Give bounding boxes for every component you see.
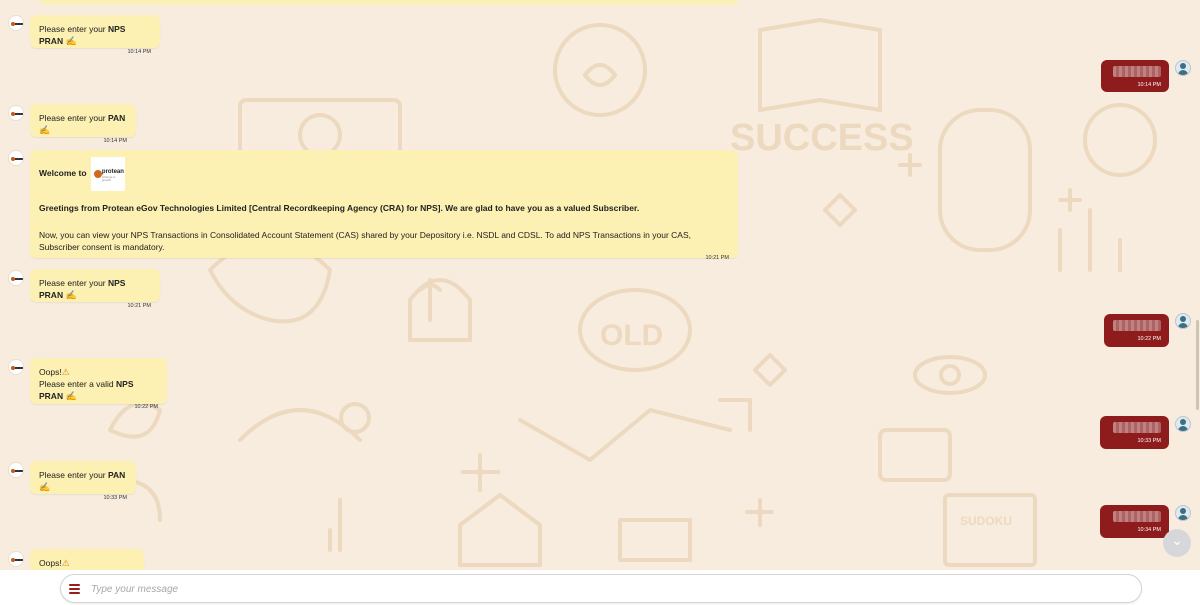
message-time: 10:34 PM (1137, 527, 1161, 533)
user-avatar (1175, 416, 1191, 432)
writing-hand-icon: ✍ (39, 125, 51, 135)
message-input[interactable] (89, 578, 1133, 601)
message-time: 10:22 PM (134, 404, 158, 410)
bot-message: Please enter your NPS PRAN ✍ 10:14 PM (30, 15, 160, 55)
svg-text:SUCCESS: SUCCESS (730, 117, 914, 159)
oops-text: Oops!⚠ (39, 367, 70, 377)
redacted-text (1113, 422, 1161, 433)
message-time: 10:22 PM (1137, 336, 1161, 342)
bot-avatar (8, 359, 24, 375)
redacted-text (1113, 320, 1161, 331)
message-time: 10:14 PM (127, 49, 151, 55)
previous-message-edge (40, 0, 738, 5)
message-time: 10:21 PM (705, 255, 729, 261)
message-time: 10:14 PM (103, 138, 127, 144)
user-message: 10:34 PM (1100, 505, 1169, 538)
background-doodles: SUCCESS OLD SUDOKU (108, 18, 1157, 567)
bot-avatar (8, 551, 24, 567)
bot-avatar (8, 270, 24, 286)
bot-avatar (8, 105, 24, 121)
oops-text: Oops!⚠ (39, 558, 70, 568)
warning-icon: ⚠ (61, 367, 70, 377)
scrollbar-thumb[interactable] (1196, 320, 1199, 410)
bot-message: Please enter your PAN ✍ 10:33 PM (30, 461, 136, 501)
svg-text:OLD: OLD (600, 319, 663, 352)
bot-welcome-message: Welcome to protean Change is growth Gree… (30, 150, 738, 261)
chevron-down-icon: ⌄ (1171, 532, 1183, 548)
cas-info-text: Now, you can view your NPS Transactions … (39, 230, 691, 252)
bot-avatar (8, 462, 24, 478)
message-time: 10:21 PM (127, 303, 151, 309)
writing-hand-icon: ✍ (65, 290, 77, 300)
bot-avatar (8, 150, 24, 166)
bot-avatar (8, 15, 24, 31)
user-avatar (1175, 60, 1191, 76)
bot-error-message: Oops!⚠ Please enter a valid NPS PRAN ✍ 1… (30, 358, 167, 410)
bot-message: Please enter your PAN ✍ 10:14 PM (30, 104, 136, 144)
writing-hand-icon: ✍ (65, 36, 77, 46)
svg-text:SUDOKU: SUDOKU (960, 514, 1012, 528)
redacted-text (1113, 66, 1161, 77)
message-text: Please enter your NPS PRAN ✍ (39, 24, 126, 46)
message-text: Please enter your PAN ✍ (39, 470, 126, 492)
greeting-text: Greetings from Protean eGov Technologies… (39, 203, 640, 213)
message-time: 10:33 PM (1137, 438, 1161, 444)
scroll-to-bottom-button[interactable]: ⌄ (1163, 529, 1191, 557)
user-avatar (1175, 505, 1191, 521)
bot-message: Please enter your NPS PRAN ✍ 10:21 PM (30, 269, 160, 309)
message-text: Please enter your PAN ✍ (39, 113, 126, 135)
writing-hand-icon: ✍ (65, 391, 77, 401)
user-message: 10:22 PM (1104, 314, 1169, 347)
user-message: 10:33 PM (1100, 416, 1169, 449)
welcome-line: Welcome to protean Change is growth (39, 154, 729, 192)
message-time: 10:14 PM (1137, 82, 1161, 88)
message-text: Please enter a valid NPS PRAN ✍ (39, 379, 134, 401)
hamburger-menu-icon[interactable] (69, 584, 80, 594)
user-message: 10:14 PM (1101, 60, 1169, 92)
redacted-text (1113, 511, 1161, 522)
protean-logo: protean Change is growth (90, 156, 125, 191)
warning-icon: ⚠ (61, 558, 70, 568)
writing-hand-icon: ✍ (39, 482, 51, 492)
user-avatar (1175, 313, 1191, 329)
message-composer (60, 574, 1142, 603)
message-time: 10:33 PM (103, 495, 127, 501)
message-text: Please enter your NPS PRAN ✍ (39, 278, 126, 300)
